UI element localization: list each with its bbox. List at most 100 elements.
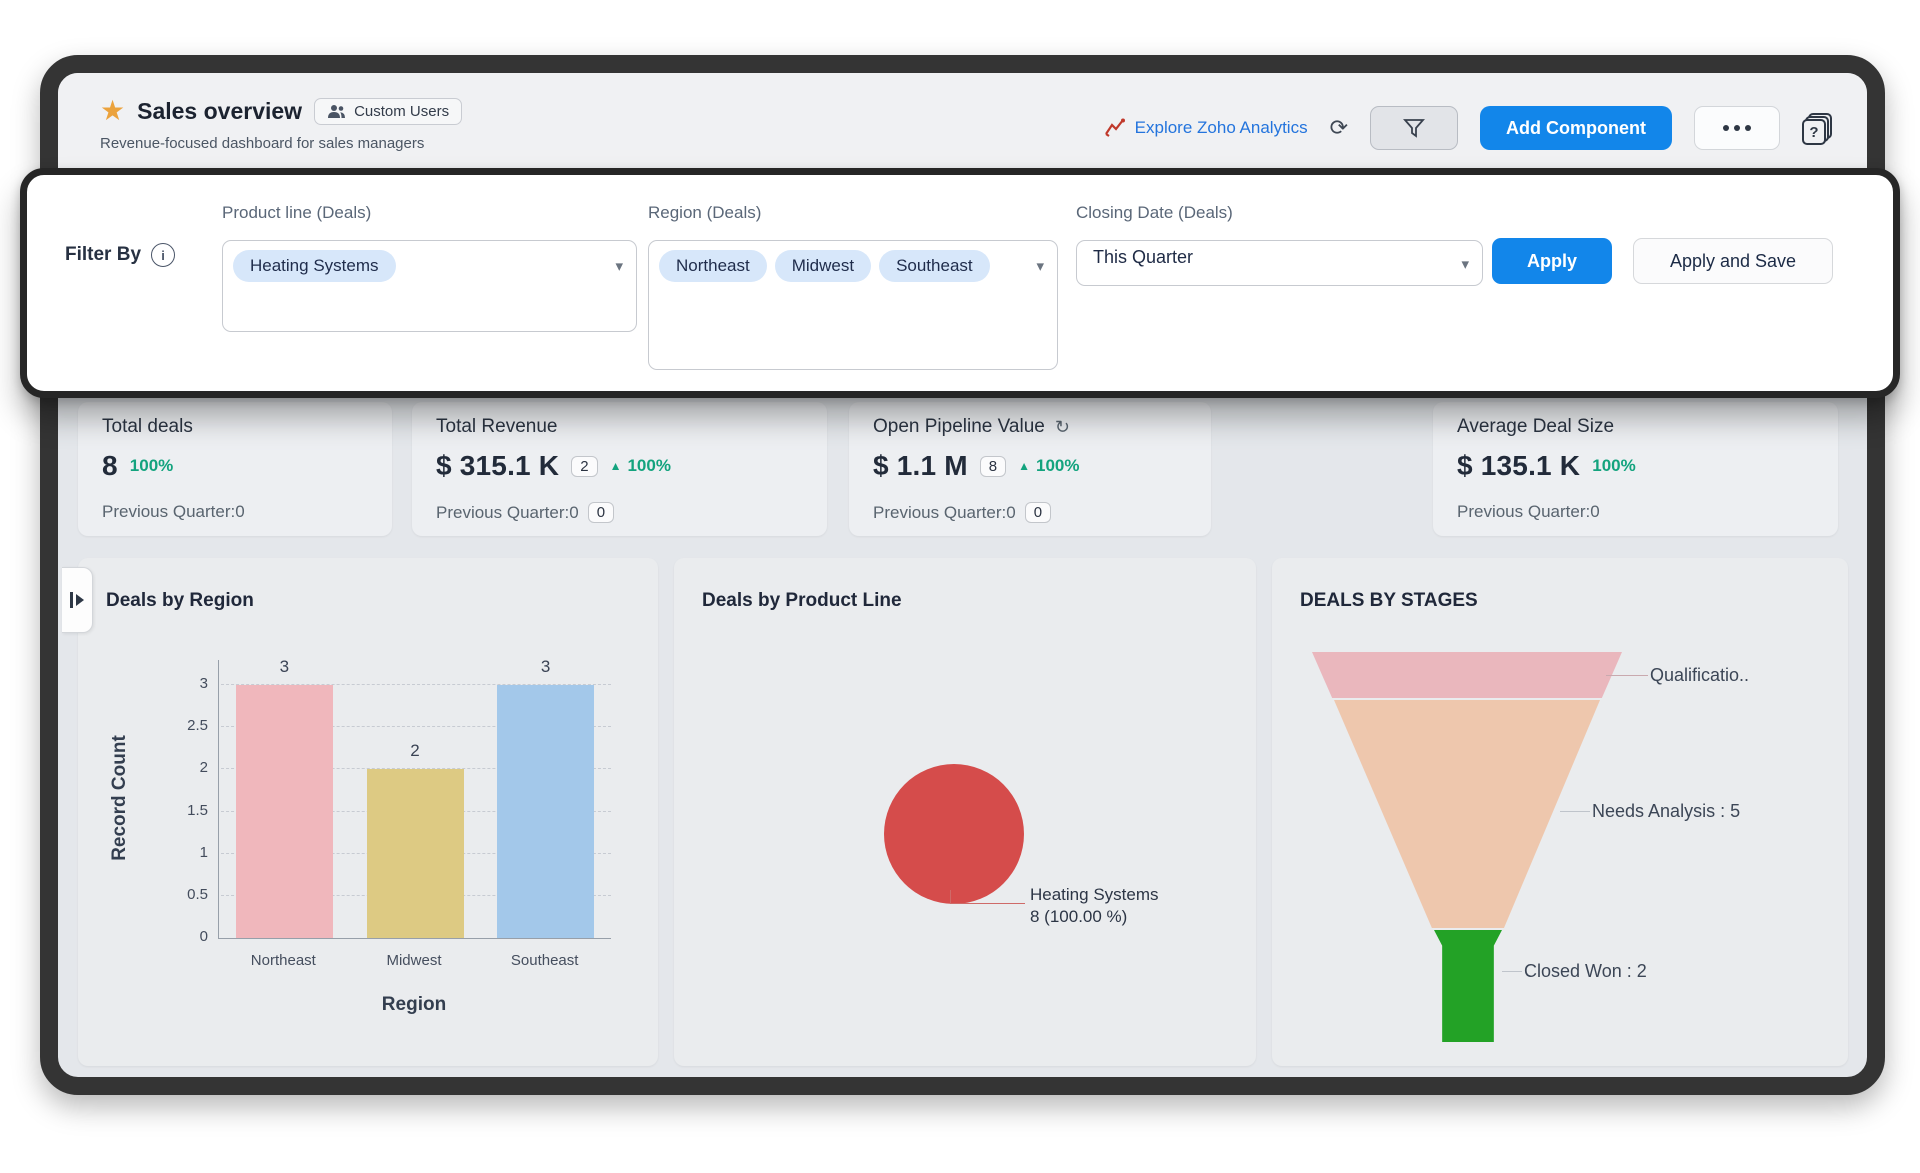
more-icon [1723, 125, 1729, 131]
deals-by-region-chart-card: Deals by Region Record Count 323 Region … [78, 558, 658, 1066]
funnel-label-qualification: Qualificatio.. [1650, 665, 1749, 686]
dashboard-header: ★ Sales overview Custom Users Revenue-fo… [58, 73, 1867, 168]
kpi-count-badge[interactable]: 8 [980, 456, 1006, 477]
funnel-icon [1402, 117, 1426, 139]
funnel-slice-needs-analysis[interactable] [1334, 700, 1600, 928]
up-arrow-icon: ▲ [610, 459, 622, 473]
kpi-delta: ▲100% [610, 456, 671, 476]
filter-chip[interactable]: Midwest [775, 250, 871, 282]
users-icon [327, 104, 346, 119]
bar-value-label: 2 [350, 741, 481, 761]
custom-users-badge[interactable]: Custom Users [314, 98, 462, 125]
x-tick-label: Southeast [479, 952, 610, 969]
filter-chip[interactable]: Northeast [659, 250, 767, 282]
filter-chip[interactable]: Southeast [879, 250, 990, 282]
kpi-prev-badge: 0 [588, 502, 614, 523]
info-icon[interactable]: i [151, 243, 175, 267]
deals-by-stages-chart-card: DEALS BY STAGES Qualificatio.. Needs Ana… [1272, 558, 1848, 1066]
zoho-analytics-icon [1104, 118, 1126, 138]
funnel-connector [1502, 971, 1522, 972]
chart-title: DEALS BY STAGES [1300, 590, 1478, 612]
y-tick-label: 1 [166, 844, 208, 861]
funnel-connector [1560, 811, 1590, 812]
chevron-down-icon: ▾ [1036, 257, 1044, 275]
favorite-star-icon[interactable]: ★ [100, 97, 125, 125]
funnel-label-needs-analysis: Needs Analysis : 5 [1592, 801, 1740, 822]
kpi-delta: 100% [130, 456, 173, 476]
up-arrow-icon: ▲ [1018, 459, 1030, 473]
filter-panel: Filter By i Product line (Deals) Heating… [20, 168, 1900, 398]
kpi-title: Open Pipeline Value ↻ [873, 416, 1070, 438]
kpi-card-total-deals: Total deals 8 100% Previous Quarter:0 [78, 402, 392, 536]
kpi-title: Total Revenue [436, 416, 557, 438]
kpi-card-open-pipeline: Open Pipeline Value ↻ $ 1.1 M 8 ▲100% Pr… [849, 402, 1211, 536]
filter-by-label: Filter By i [65, 243, 175, 267]
kpi-refresh-icon[interactable]: ↻ [1055, 417, 1070, 438]
expand-panel-tab[interactable] [62, 567, 93, 633]
y-tick-label: 2 [166, 759, 208, 776]
chart-title: Deals by Product Line [702, 590, 902, 612]
x-tick-label: Northeast [218, 952, 349, 969]
page: ★ Sales overview Custom Users Revenue-fo… [0, 0, 1920, 1173]
apply-and-save-button[interactable]: Apply and Save [1633, 238, 1833, 284]
kpi-value: $ 135.1 K [1457, 450, 1580, 482]
filter-chip[interactable]: Heating Systems [233, 250, 396, 282]
kpi-previous: Previous Quarter:0 0 [873, 502, 1051, 523]
y-tick-label: 1.5 [166, 802, 208, 819]
y-axis-label: Record Count [108, 668, 132, 928]
bar-plot-area: 3 2 3 [218, 660, 611, 939]
kpi-prev-badge: 0 [1025, 502, 1051, 523]
filter-button[interactable] [1370, 106, 1458, 150]
closing-date-dropdown[interactable]: This Quarter ▾ [1076, 240, 1483, 286]
closing-date-label: Closing Date (Deals) [1076, 203, 1233, 223]
chart-title: Deals by Region [106, 590, 254, 612]
funnel-slice-qualification[interactable] [1312, 652, 1622, 698]
slideshow-help-icon[interactable]: ? [1802, 113, 1832, 143]
kpi-delta: ▲100% [1018, 456, 1079, 476]
dashboard-subtitle: Revenue-focused dashboard for sales mana… [100, 135, 462, 152]
explore-zoho-analytics-link[interactable]: Explore Zoho Analytics [1104, 118, 1308, 138]
bar-midwest[interactable] [367, 769, 464, 938]
kpi-value: $ 1.1 M [873, 450, 968, 482]
funnel-label-closed-won: Closed Won : 2 [1524, 961, 1647, 982]
header-actions: Explore Zoho Analytics ⟳ Add Component ? [1104, 106, 1832, 150]
region-dropdown[interactable]: NortheastMidwestSoutheast ▾ [648, 240, 1058, 370]
product-line-dropdown[interactable]: Heating Systems ▾ [222, 240, 637, 332]
y-tick-label: 2.5 [166, 717, 208, 734]
funnel-slice-closed-won[interactable] [1434, 930, 1502, 1042]
chevron-down-icon: ▾ [615, 257, 623, 275]
pie-slice-heating-systems[interactable] [884, 764, 1024, 904]
kpi-title: Total deals [102, 416, 193, 438]
pie-callout-line [950, 890, 1025, 904]
bar-value-label: 3 [480, 657, 611, 677]
bar-southeast[interactable] [497, 685, 594, 938]
add-component-button[interactable]: Add Component [1480, 106, 1672, 150]
kpi-value: $ 315.1 K [436, 450, 559, 482]
kpi-title: Average Deal Size [1457, 416, 1614, 438]
more-options-button[interactable] [1694, 106, 1780, 150]
bar-value-label: 3 [219, 657, 350, 677]
closing-date-value: This Quarter [1087, 243, 1199, 271]
y-tick-label: 0 [166, 928, 208, 945]
kpi-value: 8 [102, 450, 118, 482]
kpi-previous: Previous Quarter:0 0 [436, 502, 614, 523]
bar-northeast[interactable] [236, 685, 333, 938]
kpi-count-badge[interactable]: 2 [571, 456, 597, 477]
kpi-card-average-deal-size: Average Deal Size $ 135.1 K 100% Previou… [1433, 402, 1838, 536]
kpi-delta: 100% [1592, 456, 1635, 476]
apply-button[interactable]: Apply [1492, 238, 1612, 284]
title-block: ★ Sales overview Custom Users Revenue-fo… [100, 97, 462, 152]
x-axis-label: Region [218, 994, 610, 1016]
kpi-previous: Previous Quarter:0 [102, 502, 245, 522]
pie-callout-label: Heating Systems 8 (100.00 %) [1030, 884, 1159, 928]
refresh-icon[interactable]: ⟳ [1330, 115, 1348, 141]
deals-by-product-line-chart-card: Deals by Product Line Heating Systems 8 … [674, 558, 1256, 1066]
y-tick-label: 3 [166, 675, 208, 692]
custom-users-label: Custom Users [354, 103, 449, 120]
y-tick-label: 0.5 [166, 886, 208, 903]
kpi-previous: Previous Quarter:0 [1457, 502, 1600, 522]
chevron-down-icon: ▾ [1461, 255, 1469, 273]
x-tick-label: Midwest [349, 952, 480, 969]
explore-link-label: Explore Zoho Analytics [1135, 118, 1308, 138]
product-line-label: Product line (Deals) [222, 203, 371, 223]
